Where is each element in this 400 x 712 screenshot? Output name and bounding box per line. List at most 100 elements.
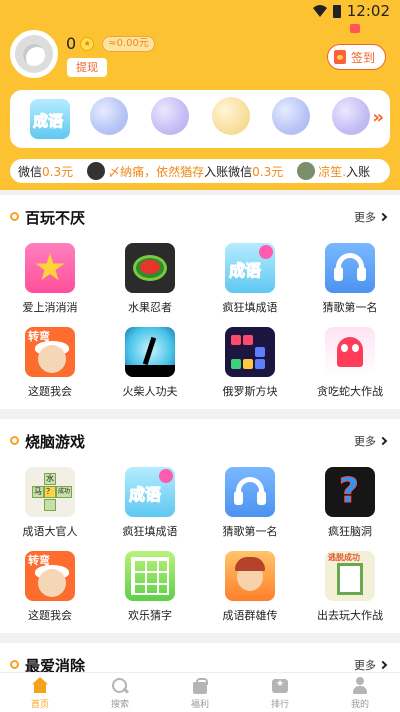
icon-text: 转弯 xyxy=(28,554,50,567)
hero-icon xyxy=(225,551,275,601)
chevron-right-icon xyxy=(378,660,388,670)
recent-slot-empty[interactable] xyxy=(272,97,310,135)
headphones-icon xyxy=(325,243,375,293)
signin-label: 签到 xyxy=(351,50,376,65)
section-title: 烧脑游戏 xyxy=(25,433,86,451)
game-tile[interactable]: 爱上消消消 xyxy=(0,239,100,323)
avatar[interactable] xyxy=(10,30,58,78)
chevron-right-icon xyxy=(378,436,388,446)
nav-label: 福利 xyxy=(190,700,209,710)
more-label: 更多 xyxy=(354,435,376,448)
recent-slot-empty[interactable] xyxy=(212,97,250,135)
icon-cell xyxy=(44,499,56,511)
ticker-text: 微信 xyxy=(18,164,43,179)
section-header: 烧脑游戏 更多 xyxy=(0,419,400,463)
tetris-icon xyxy=(225,327,275,377)
more-link[interactable]: 更多 xyxy=(354,433,388,449)
game-name: 欢乐猜字 xyxy=(128,609,172,622)
game-name: 火柴人功夫 xyxy=(122,385,178,398)
red-packet-icon[interactable] xyxy=(350,24,360,33)
game-tile[interactable]: 转弯 这题我会 xyxy=(0,547,100,631)
recent-slot-empty[interactable] xyxy=(151,97,189,135)
game-tile[interactable]: 猜歌第一名 xyxy=(200,463,300,547)
section-header: 最爱消除 更多 xyxy=(0,643,400,672)
game-tile[interactable]: 成语 疯狂填成语 xyxy=(200,239,300,323)
nav-label: 我的 xyxy=(350,700,369,710)
home-icon xyxy=(31,677,49,695)
more-link[interactable]: 更多 xyxy=(354,209,388,225)
more-link[interactable]: 更多 xyxy=(354,657,388,672)
coin-balance: 0 ★ ≈0.00元 xyxy=(66,34,155,53)
game-name: 俄罗斯方块 xyxy=(222,385,278,398)
signin-button[interactable]: 签到 xyxy=(327,44,386,70)
more-label: 更多 xyxy=(354,211,376,224)
rank-icon xyxy=(271,677,289,695)
nav-item-rank[interactable]: 排行 xyxy=(240,673,320,712)
game-tile[interactable]: 火柴人功夫 xyxy=(100,323,200,407)
icon-text: ? xyxy=(339,471,360,512)
section-card: 烧脑游戏 更多 水 马 ？ 成功 成语大官人 成语 疯狂填成语 猜歌第一名 ? xyxy=(0,419,400,633)
icon-cell: ？ xyxy=(44,486,56,498)
nav-label: 排行 xyxy=(270,700,289,710)
icon-text: 成语 xyxy=(228,261,262,281)
ticker-amount: 0.3元 xyxy=(252,164,284,179)
game-name: 疯狂填成语 xyxy=(222,301,278,314)
nav-item-me[interactable]: 我的 xyxy=(320,673,400,712)
nav-item-welfare[interactable]: 福利 xyxy=(160,673,240,712)
ticker-text: 入账微信 xyxy=(204,164,253,179)
game-name: 这题我会 xyxy=(28,609,72,622)
ticker-avatar xyxy=(87,162,106,180)
game-grid: 爱上消消消 水果忍者 成语 疯狂填成语 猜歌第一名 转弯 这题我会 火柴人功夫 xyxy=(0,239,400,407)
recent-slot-empty[interactable] xyxy=(332,97,370,135)
ticker-text: 入账 xyxy=(346,164,371,179)
game-name: 成语大官人 xyxy=(22,525,78,538)
clock: 12:02 xyxy=(346,2,390,20)
game-name: 猜歌第一名 xyxy=(322,301,378,314)
game-tile[interactable]: 逃脱成功 出去玩大作战 xyxy=(300,547,400,631)
icon-cell: 马 xyxy=(32,486,44,498)
game-name: 贪吃蛇大作战 xyxy=(317,385,383,398)
section-title: 百玩不厌 xyxy=(25,209,86,227)
bottom-nav: 首页 搜索 福利 排行 我的 xyxy=(0,672,400,712)
icon-text: 转弯 xyxy=(28,330,50,343)
nav-item-home[interactable]: 首页 xyxy=(0,673,80,712)
coin-count: 0 xyxy=(66,34,77,53)
game-name: 水果忍者 xyxy=(128,301,172,314)
game-tile[interactable]: 转弯 这题我会 xyxy=(0,323,100,407)
game-name: 成语群雄传 xyxy=(222,609,278,622)
idiom-icon: 成语 xyxy=(225,243,275,293)
game-name: 猜歌第一名 xyxy=(222,525,278,538)
game-tile[interactable]: 水 马 ？ 成功 成语大官人 xyxy=(0,463,100,547)
game-tile[interactable]: 成语群雄传 xyxy=(200,547,300,631)
headphones-icon xyxy=(225,467,275,517)
professor-icon: 转弯 xyxy=(25,551,75,601)
status-icons: 12:02 xyxy=(312,2,390,20)
icon-text: 成语 xyxy=(128,485,162,505)
game-tile[interactable]: 贪吃蛇大作战 xyxy=(300,323,400,407)
game-tile[interactable]: 猜歌第一名 xyxy=(300,239,400,323)
icon-cell: 水 xyxy=(44,473,56,485)
brain-question-icon: ? xyxy=(325,467,375,517)
section-card: 最爱消除 更多 xyxy=(0,643,400,672)
game-tile[interactable]: 水果忍者 xyxy=(100,239,200,323)
game-tile[interactable]: 成语 疯狂填成语 xyxy=(100,463,200,547)
watermelon-icon xyxy=(125,243,175,293)
ticker-username: 〆納痛，依然猶存 xyxy=(108,164,205,179)
withdraw-button[interactable]: 提现 xyxy=(67,58,107,77)
nav-label: 搜索 xyxy=(110,700,129,710)
withdraw-ticker: 微信 0.3元 〆納痛，依然猶存 入账微信 0.3元 凉笙. 入账 xyxy=(10,159,390,183)
idiom-icon: 成语 xyxy=(125,467,175,517)
game-tile[interactable]: ? 疯狂脑洞 xyxy=(300,463,400,547)
battery-icon xyxy=(332,4,341,18)
idiom-grid-icon: 水 马 ？ 成功 xyxy=(25,467,75,517)
section-card: 百玩不厌 更多 爱上消消消 水果忍者 成语 疯狂填成语 猜歌第一名 转弯 这题我… xyxy=(0,195,400,409)
section-dot-icon xyxy=(10,212,19,221)
recent-more-arrow-icon[interactable]: » xyxy=(372,107,384,128)
game-tile[interactable]: 俄罗斯方块 xyxy=(200,323,300,407)
recent-game-idiom[interactable]: 成语 xyxy=(30,99,70,139)
game-name: 这题我会 xyxy=(28,385,72,398)
nav-label: 首页 xyxy=(30,700,49,710)
game-tile[interactable]: 欢乐猜字 xyxy=(100,547,200,631)
nav-item-search[interactable]: 搜索 xyxy=(80,673,160,712)
recent-slot-empty[interactable] xyxy=(90,97,128,135)
